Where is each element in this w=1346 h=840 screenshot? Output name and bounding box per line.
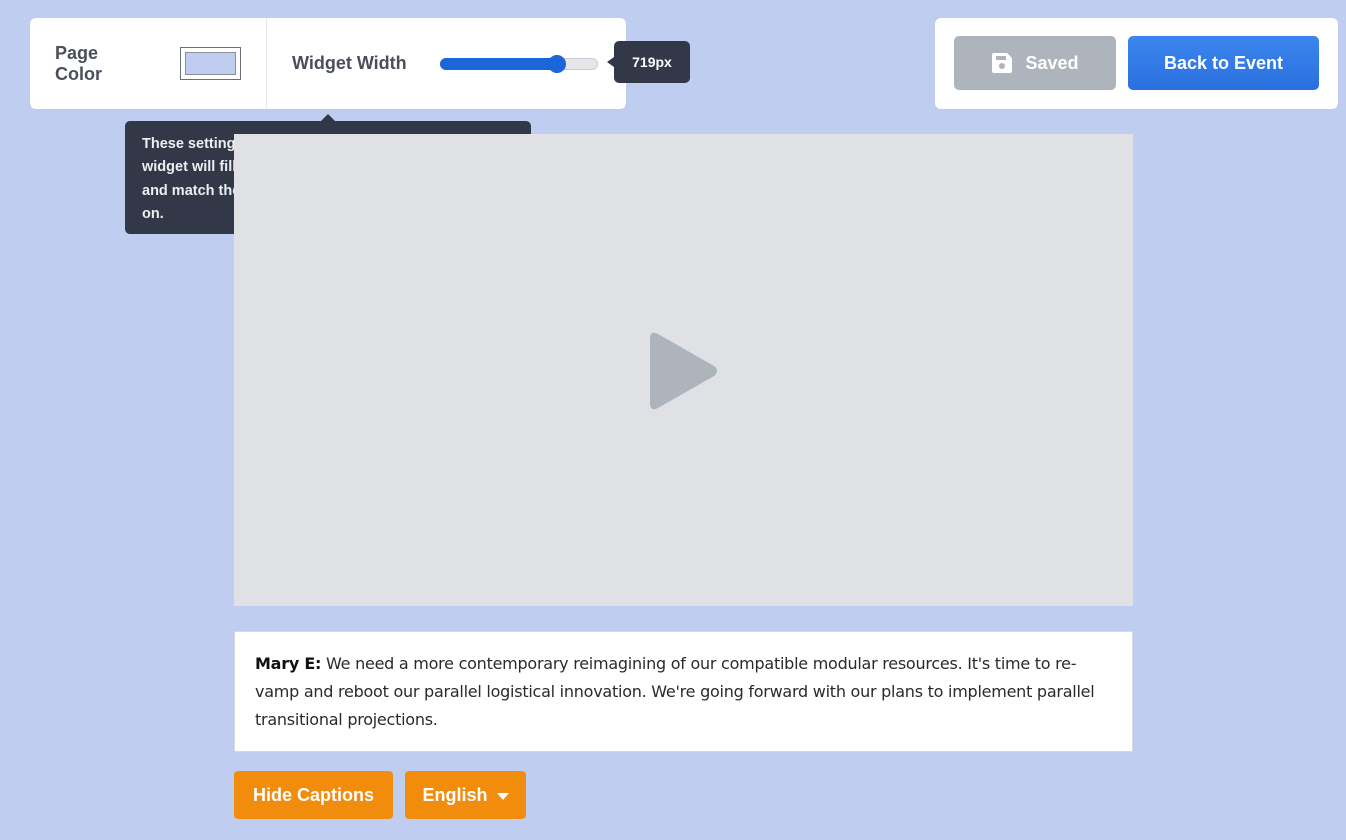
caption-box: Mary E: We need a more contemporary reim… <box>234 631 1133 752</box>
hide-captions-button[interactable]: Hide Captions <box>234 771 393 819</box>
widget-width-value-badge: 719px <box>607 41 690 83</box>
save-icon <box>992 53 1013 73</box>
slider-thumb[interactable] <box>547 54 566 73</box>
language-dropdown[interactable]: English <box>405 771 526 819</box>
saved-button[interactable]: Saved <box>954 36 1116 90</box>
page-color-group: Page Color <box>30 18 267 109</box>
preview-settings-panel: Page Color Widget Width <box>30 18 626 109</box>
actions-panel: Saved Back to Event <box>935 18 1338 109</box>
page-color-label: Page Color <box>55 42 102 84</box>
caret-down-icon <box>496 792 509 800</box>
saved-label: Saved <box>1025 52 1079 73</box>
widget-width-slider[interactable] <box>439 54 598 73</box>
language-label: English <box>422 784 488 805</box>
page-color-picker[interactable] <box>179 47 241 80</box>
slider-fill <box>439 57 557 70</box>
caption-text: We need a more contemporary reimagining … <box>255 654 1095 729</box>
widget-width-group: Widget Width <box>267 18 598 109</box>
caption-speaker: Mary E: <box>255 654 322 673</box>
back-to-event-button[interactable]: Back to Event <box>1128 36 1319 90</box>
play-icon[interactable] <box>650 330 720 412</box>
page-color-swatch <box>184 52 236 75</box>
widget-width-label: Widget Width <box>292 53 407 73</box>
